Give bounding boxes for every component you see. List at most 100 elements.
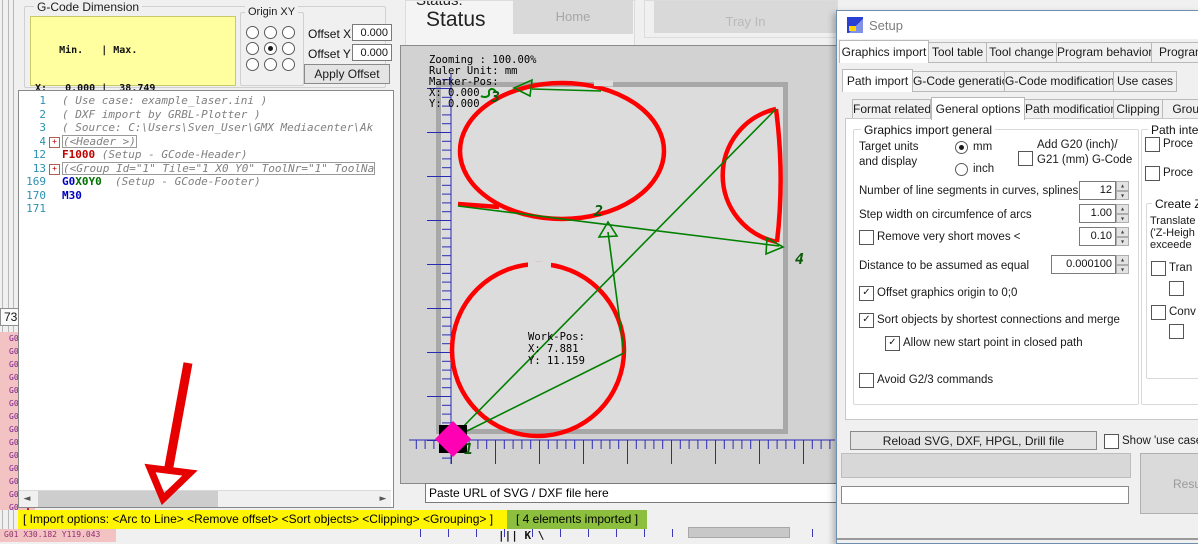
checkbox-avoid-g23[interactable] bbox=[859, 373, 874, 388]
step-width-value[interactable]: 1.00 bbox=[1079, 204, 1116, 223]
graphics-import-general-title: Graphics import general bbox=[861, 123, 995, 137]
dialog-url-input[interactable] bbox=[841, 486, 1129, 504]
origin-radio-bottom-center[interactable] bbox=[264, 58, 277, 71]
origin-radio-top-left[interactable] bbox=[246, 26, 259, 39]
radio-mm-label: mm bbox=[973, 141, 992, 153]
step-width-spinner[interactable]: 1.00 ▲▼ bbox=[1079, 204, 1129, 223]
spin-down-icon[interactable]: ▼ bbox=[1116, 265, 1129, 275]
tab-gcode-modification[interactable]: G-Code modification bbox=[1005, 71, 1114, 92]
checkbox-process-1[interactable] bbox=[1145, 137, 1160, 152]
spin-up-icon[interactable]: ▲ bbox=[1116, 204, 1129, 214]
spin-down-icon[interactable]: ▼ bbox=[1116, 191, 1129, 201]
distance-equal-label: Distance to be assumed as equal bbox=[859, 260, 1029, 272]
checkbox-translate[interactable] bbox=[1151, 261, 1166, 276]
process-2-label: Proce bbox=[1163, 167, 1193, 179]
apply-offset-button[interactable]: Apply Offset bbox=[304, 64, 390, 84]
code-line: 2( DXF import by GRBL-Plotter ) bbox=[20, 108, 392, 122]
tab-path-modifications[interactable]: Path modifications bbox=[1025, 99, 1114, 120]
editor-horizontal-scrollbar[interactable]: ◄ ► bbox=[19, 490, 391, 507]
checkbox-allow-new-start[interactable]: ✓ bbox=[885, 336, 900, 351]
result-button[interactable]: Resu bbox=[1140, 453, 1198, 514]
remove-short-moves-value[interactable]: 0.10 bbox=[1079, 227, 1116, 246]
line-number: 169 bbox=[20, 175, 49, 189]
offset-x-field[interactable]: 0.000 bbox=[352, 24, 392, 41]
tab-gcode-generation[interactable]: G-Code generation bbox=[913, 71, 1005, 92]
code-line: 169G0X0Y0 (Setup - GCode-Footer) bbox=[20, 175, 392, 189]
checkbox-translate-sub[interactable] bbox=[1169, 281, 1184, 296]
tab-format-related[interactable]: Format related bbox=[852, 99, 931, 120]
tab-graphics-import[interactable]: Graphics import bbox=[839, 40, 929, 63]
checkbox-offset-origin[interactable]: ✓ bbox=[859, 286, 874, 301]
scrollbar-thumb[interactable] bbox=[38, 491, 218, 507]
setup-title: Setup bbox=[869, 18, 903, 33]
gcode-editor[interactable]: 1( Use case: example_laser.ini ) 2( DXF … bbox=[18, 90, 394, 508]
distance-equal-spinner[interactable]: 0.000100 ▲▼ bbox=[1051, 255, 1129, 274]
convert-label: Conv bbox=[1169, 306, 1196, 318]
scroll-left-icon[interactable]: ◄ bbox=[19, 491, 35, 507]
disabled-info-box bbox=[841, 453, 1131, 478]
work-pos-x: X: 7.881 bbox=[528, 343, 579, 355]
reload-file-button[interactable]: Reload SVG, DXF, HPGL, Drill file bbox=[850, 431, 1097, 450]
spin-up-icon[interactable]: ▲ bbox=[1116, 227, 1129, 237]
line-number: 2 bbox=[20, 108, 49, 122]
origin-radio-top-right[interactable] bbox=[282, 26, 295, 39]
tab-grouping[interactable]: Group bbox=[1163, 99, 1198, 120]
add-g20-label-2: G21 (mm) G-Code bbox=[1037, 154, 1132, 166]
tab-clipping[interactable]: Clipping bbox=[1114, 99, 1163, 120]
create-z-desc-3: exceede bbox=[1150, 239, 1192, 251]
line-number: 170 bbox=[20, 189, 49, 203]
spin-down-icon[interactable]: ▼ bbox=[1116, 237, 1129, 247]
origin-radio-mid-right[interactable] bbox=[282, 42, 295, 55]
code-line: 171 bbox=[20, 202, 392, 216]
tab-use-cases[interactable]: Use cases bbox=[1114, 71, 1177, 92]
setup-titlebar[interactable]: Setup bbox=[837, 11, 1198, 39]
translate-label: Tran bbox=[1169, 262, 1192, 274]
checkbox-convert-sub[interactable] bbox=[1169, 324, 1184, 339]
radio-inch[interactable] bbox=[955, 163, 968, 176]
spin-up-icon[interactable]: ▲ bbox=[1116, 181, 1129, 191]
work-pos-y: Y: 11.159 bbox=[528, 355, 585, 367]
checkbox-add-g20[interactable] bbox=[1018, 151, 1033, 166]
order-label-1: 1 bbox=[464, 440, 473, 458]
checkbox-convert[interactable] bbox=[1151, 305, 1166, 320]
tab-path-import[interactable]: Path import bbox=[842, 69, 913, 92]
spin-up-icon[interactable]: ▲ bbox=[1116, 255, 1129, 265]
spin-down-icon[interactable]: ▼ bbox=[1116, 214, 1129, 224]
origin-radio-bottom-right[interactable] bbox=[282, 58, 295, 71]
tab-tool-change[interactable]: Tool change bbox=[987, 42, 1057, 63]
dim-minmax-header: Min. | Max. bbox=[35, 45, 231, 58]
code-lines: 1( Use case: example_laser.ini ) 2( DXF … bbox=[20, 94, 392, 216]
tab-general-options[interactable]: General options bbox=[931, 97, 1025, 120]
setup-dialog[interactable]: Setup Graphics import Tool table Tool ch… bbox=[836, 10, 1198, 544]
fold-expand-icon[interactable]: + bbox=[49, 164, 60, 175]
line-number: 171 bbox=[20, 202, 49, 216]
scroll-right-icon[interactable]: ► bbox=[375, 491, 391, 507]
create-z-title: Create Z bbox=[1152, 197, 1198, 211]
checkbox-remove-short-moves[interactable] bbox=[859, 230, 874, 245]
code-line: 13+(<Group Id="1" Tile="1_X0_Y0" ToolNr=… bbox=[20, 162, 392, 176]
origin-radio-center[interactable] bbox=[264, 42, 277, 55]
tab-program-behavior[interactable]: Program behavior bbox=[1057, 42, 1152, 63]
order-label-2: 2 bbox=[593, 202, 603, 220]
elements-imported-badge: [ 4 elements imported ] bbox=[507, 510, 647, 529]
checkbox-sort-objects[interactable]: ✓ bbox=[859, 313, 874, 328]
step-width-label: Step width on circumfence of arcs bbox=[859, 209, 1032, 221]
distance-equal-value[interactable]: 0.000100 bbox=[1051, 255, 1116, 274]
radio-mm[interactable] bbox=[955, 141, 968, 154]
checkbox-process-2[interactable] bbox=[1145, 166, 1160, 181]
origin-radio-mid-left[interactable] bbox=[246, 42, 259, 55]
tab-program-appearance[interactable]: Program a bbox=[1152, 42, 1198, 63]
home-button[interactable]: Home bbox=[513, 0, 633, 34]
remove-short-moves-spinner[interactable]: 0.10 ▲▼ bbox=[1079, 227, 1129, 246]
origin-radio-top-center[interactable] bbox=[264, 26, 277, 39]
line-segments-value[interactable]: 12 bbox=[1079, 181, 1116, 200]
checkbox-show-use-case[interactable] bbox=[1104, 434, 1119, 449]
toolpath-preview-canvas[interactable]: 1 2 3 4 Zooming : 100.00% Ruler Unit: mm… bbox=[400, 45, 840, 484]
dimension-title: G-Code Dimension bbox=[34, 0, 142, 14]
tray-in-button[interactable]: Tray In bbox=[654, 1, 837, 33]
line-segments-spinner[interactable]: 12 ▲▼ bbox=[1079, 181, 1129, 200]
offset-y-field[interactable]: 0.000 bbox=[352, 44, 392, 61]
fold-expand-icon[interactable]: + bbox=[49, 137, 60, 148]
tab-tool-table[interactable]: Tool table bbox=[929, 42, 987, 63]
origin-radio-bottom-left[interactable] bbox=[246, 58, 259, 71]
